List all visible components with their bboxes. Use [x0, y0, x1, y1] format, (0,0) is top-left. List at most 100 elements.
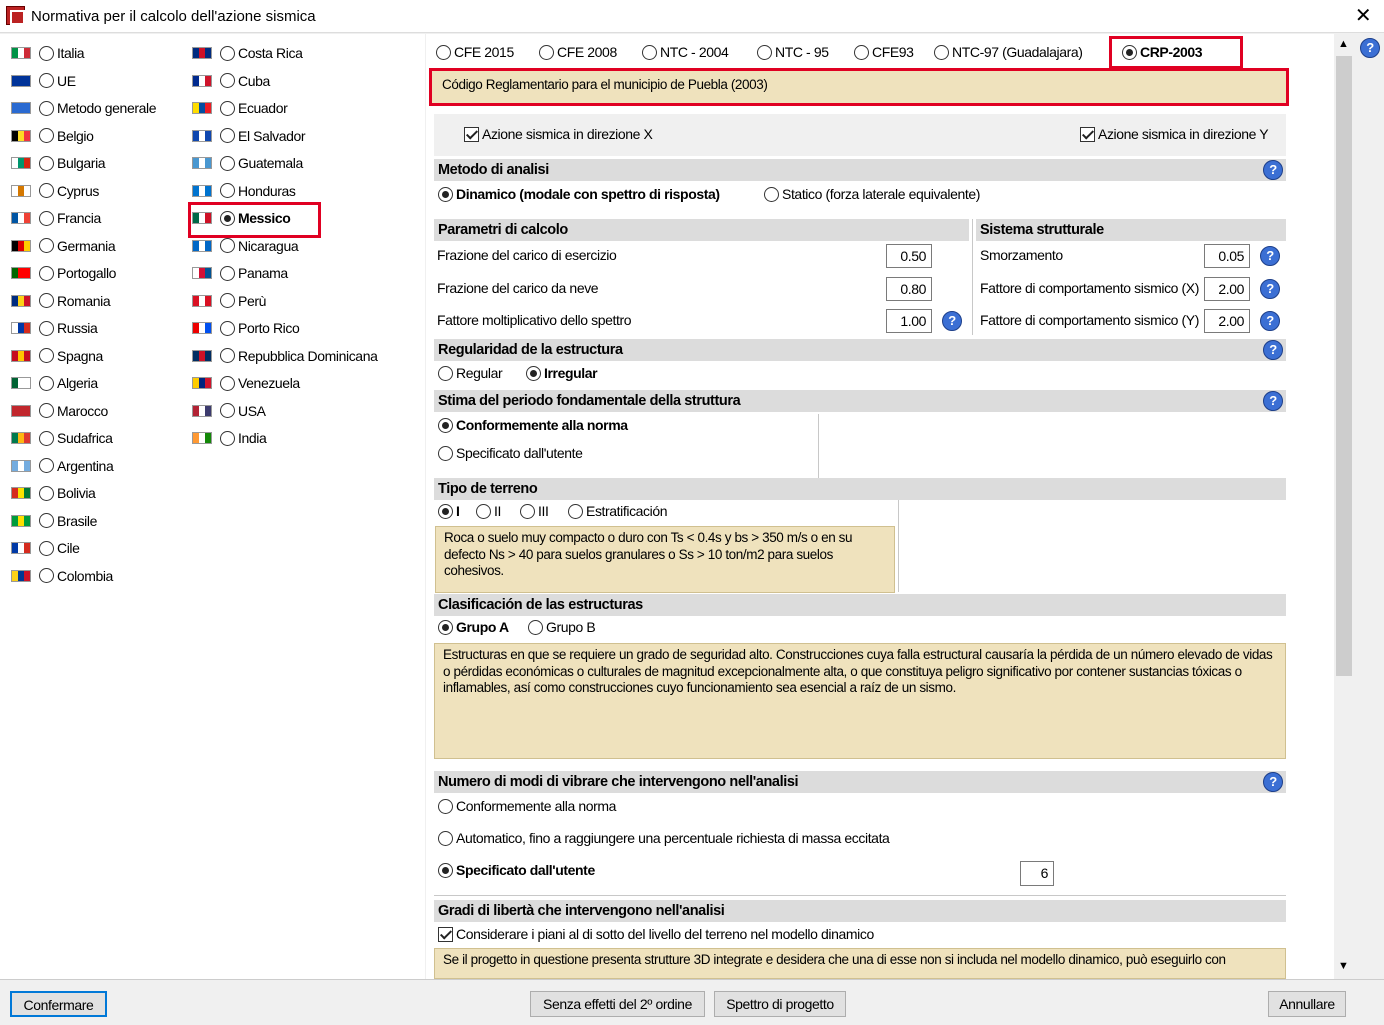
help-icon[interactable]: ? [1260, 311, 1280, 331]
norm-option[interactable]: CFE 2008 [539, 44, 617, 60]
country-option[interactable]: Guatemala [192, 152, 303, 174]
seismic-x-checkbox[interactable]: Azione sismica in direzione X [464, 126, 653, 142]
norm-option[interactable]: NTC - 95 [757, 44, 829, 60]
country-option[interactable]: Romania [11, 290, 111, 312]
country-option[interactable]: India [192, 427, 267, 449]
dof-note: Se il progetto in questione presenta str… [434, 948, 1286, 979]
seismic-x-label: Azione sismica in direzione X [482, 126, 653, 142]
country-option[interactable]: Cuba [192, 70, 270, 92]
system-param-input[interactable]: 2.00 [1204, 276, 1250, 301]
country-option[interactable]: Bolivia [11, 482, 96, 504]
country-option[interactable]: El Salvador [192, 125, 306, 147]
country-option[interactable]: Panama [192, 262, 288, 284]
modes-norm-radio[interactable]: Conformemente alla norma [438, 798, 616, 814]
help-icon[interactable]: ? [1360, 38, 1380, 58]
period-norm-radio[interactable]: Conformemente alla norma [438, 417, 628, 433]
help-icon[interactable]: ? [942, 311, 962, 331]
flag-icon [192, 157, 212, 169]
country-option[interactable]: Ecuador [192, 97, 288, 119]
group-b-radio[interactable]: Grupo B [528, 619, 596, 635]
second-order-button[interactable]: Senza effetti del 2º ordine [530, 991, 705, 1017]
country-option[interactable]: Marocco [11, 400, 108, 422]
chevron-down-icon[interactable]: ▼ [1338, 960, 1349, 972]
help-icon[interactable]: ? [1260, 246, 1280, 266]
soil-option[interactable]: II [476, 503, 501, 519]
calc-param-input[interactable]: 1.00 [886, 309, 932, 333]
country-option[interactable]: Costa Rica [192, 42, 303, 64]
radio-icon [39, 375, 54, 391]
country-option[interactable]: Colombia [11, 565, 113, 587]
calc-param-input[interactable]: 0.50 [886, 244, 932, 268]
norm-option[interactable]: CFE 2015 [436, 44, 514, 60]
modes-user-label: Specificato dall'utente [456, 862, 595, 878]
help-icon[interactable]: ? [1263, 391, 1283, 411]
country-option[interactable]: Porto Rico [192, 317, 300, 339]
divider [434, 895, 1286, 896]
soil-option[interactable]: Estratificación [568, 503, 668, 519]
country-option[interactable]: Argentina [11, 455, 114, 477]
norm-settings-panel: CFE 2015 CFE 2008 NTC - 2004 NTC - 95 CFE93 N… [426, 34, 1334, 979]
modes-user-radio[interactable]: Specificato dall'utente [438, 862, 595, 878]
country-label: Algeria [57, 375, 98, 391]
design-spectrum-button[interactable]: Spettro di progetto [714, 991, 846, 1017]
radio-icon [526, 365, 541, 381]
radio-icon [436, 44, 451, 60]
modes-count-input[interactable]: 6 [1020, 861, 1054, 886]
radio-icon [39, 265, 54, 281]
country-option[interactable]: Italia [11, 42, 85, 64]
norm-option[interactable]: NTC - 2004 [642, 44, 729, 60]
country-option[interactable]: Bulgaria [11, 152, 106, 174]
country-option[interactable]: UE [11, 70, 76, 92]
seismic-y-checkbox[interactable]: Azione sismica in direzione Y [1080, 126, 1269, 142]
help-icon[interactable]: ? [1260, 278, 1280, 299]
country-option[interactable]: USA [192, 400, 266, 422]
country-option[interactable]: Sudafrica [11, 427, 113, 449]
regular-label: Regular [456, 365, 503, 381]
country-option[interactable]: Perù [192, 290, 266, 312]
period-user-label: Specificato dall'utente [456, 445, 583, 461]
soil-option[interactable]: III [520, 503, 549, 519]
cancel-button[interactable]: Annullare [1268, 991, 1346, 1017]
modes-auto-radio[interactable]: Automatico, fino a raggiungere una perce… [438, 830, 890, 846]
irregular-radio[interactable]: Irregular [526, 365, 598, 381]
country-option[interactable]: Metodo generale [11, 97, 156, 119]
country-option[interactable]: Honduras [192, 180, 296, 202]
country-option[interactable]: Brasile [11, 510, 97, 532]
country-option[interactable]: Russia [11, 317, 98, 339]
country-option[interactable]: Venezuela [192, 372, 300, 394]
country-option[interactable]: Cile [11, 537, 80, 559]
chevron-up-icon[interactable]: ▲ [1338, 38, 1349, 50]
flag-icon [11, 212, 31, 224]
soil-option[interactable]: I [438, 503, 460, 519]
country-option[interactable]: Belgio [11, 125, 94, 147]
country-option[interactable]: Francia [11, 207, 101, 229]
flag-icon [192, 267, 212, 279]
country-option[interactable]: Portogallo [11, 262, 116, 284]
radio-icon [757, 44, 772, 60]
norm-option[interactable]: CFE93 [854, 44, 914, 60]
system-param-input[interactable]: 2.00 [1204, 309, 1250, 333]
confirm-button[interactable]: Confermare [10, 991, 107, 1017]
close-icon[interactable]: ✕ [1346, 2, 1380, 31]
help-icon[interactable]: ? [1263, 340, 1283, 360]
dof-checkbox[interactable]: Considerare i piani al di sotto del live… [438, 926, 874, 942]
help-icon[interactable]: ? [1263, 772, 1283, 792]
country-option[interactable]: Repubblica Dominicana [192, 345, 378, 367]
scrollbar-thumb[interactable] [1336, 56, 1352, 676]
flag-icon [11, 459, 31, 472]
group-a-radio[interactable]: Grupo A [438, 619, 509, 635]
country-option[interactable]: Germania [11, 235, 116, 257]
radio-icon [220, 238, 235, 253]
norm-option[interactable]: NTC-97 (Guadalajara) [934, 44, 1083, 60]
country-option[interactable]: Algeria [11, 372, 98, 394]
dynamic-radio[interactable]: Dinamico (modale con spettro di risposta… [438, 186, 720, 202]
period-user-radio[interactable]: Specificato dall'utente [438, 445, 583, 461]
country-option[interactable]: Cyprus [11, 180, 99, 202]
radio-icon [39, 348, 54, 363]
regular-radio[interactable]: Regular [438, 365, 503, 381]
help-icon[interactable]: ? [1263, 160, 1283, 180]
static-radio[interactable]: Statico (forza laterale equivalente) [764, 186, 980, 202]
country-option[interactable]: Spagna [11, 345, 103, 367]
system-param-input[interactable]: 0.05 [1204, 244, 1250, 268]
calc-param-input[interactable]: 0.80 [886, 276, 932, 301]
